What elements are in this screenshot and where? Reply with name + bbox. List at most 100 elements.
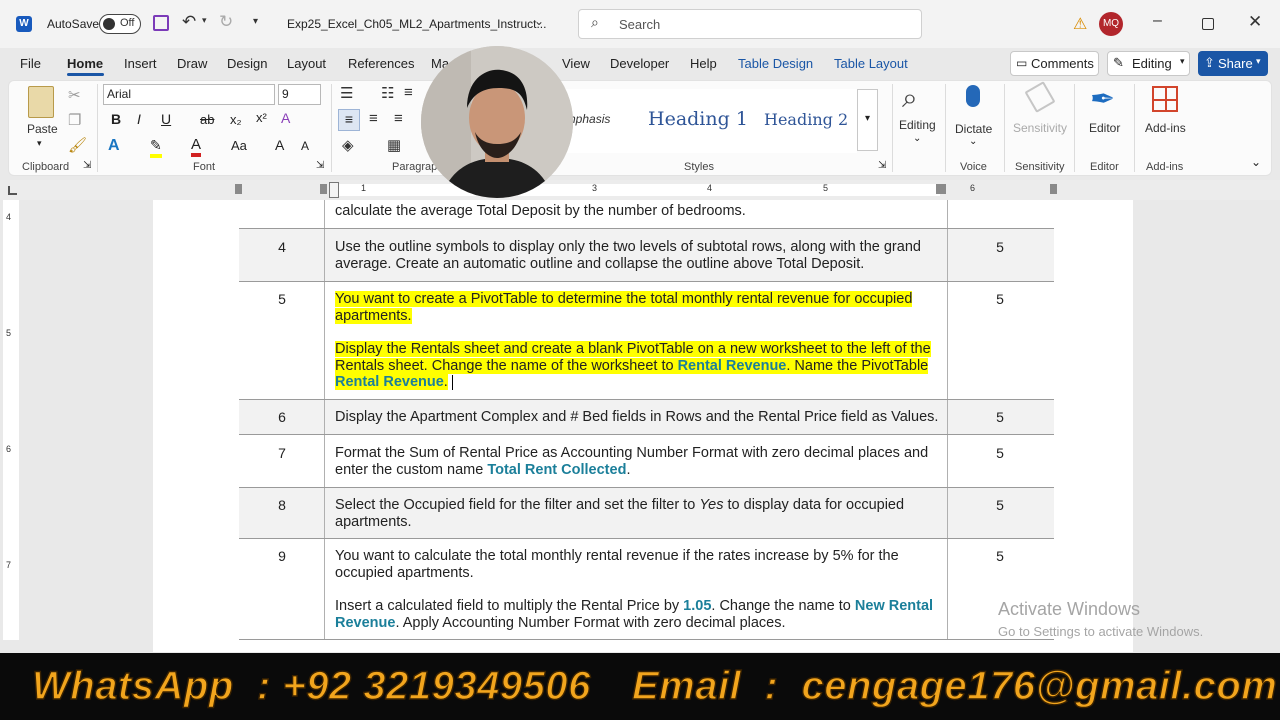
column-marker[interactable] xyxy=(936,184,946,194)
avatar[interactable]: MQ xyxy=(1099,12,1123,36)
comments-button[interactable]: ▭ Comments xyxy=(1010,51,1099,76)
font-size-dropdown[interactable]: 9 xyxy=(278,84,321,105)
editor-button[interactable]: Editor xyxy=(1089,121,1120,135)
warning-icon[interactable]: ⚠ xyxy=(1073,14,1087,34)
bullets-icon[interactable]: ☰ xyxy=(340,84,353,102)
tab-developer[interactable]: Developer xyxy=(610,56,669,71)
minimize-icon[interactable]: – xyxy=(1153,12,1162,30)
grow-font-icon[interactable]: A xyxy=(275,137,284,153)
cut-icon[interactable]: ✂ xyxy=(68,86,81,104)
tab-home[interactable]: Home xyxy=(67,56,103,71)
copy-icon[interactable]: ❐ xyxy=(68,111,81,129)
table-cell-text[interactable]: Insert a calculated field to multiply th… xyxy=(335,598,940,631)
superscript-icon[interactable]: x² xyxy=(256,110,267,125)
styles-more-button[interactable]: ▾ xyxy=(857,89,878,151)
tab-table-design[interactable]: Table Design xyxy=(738,56,813,71)
style-heading-2[interactable]: Heading 2 xyxy=(764,110,848,129)
redo-icon[interactable]: ↻ xyxy=(219,12,233,32)
font-name-dropdown[interactable]: Arial xyxy=(103,84,275,105)
text-effects-icon[interactable]: A xyxy=(108,137,120,155)
undo-icon[interactable]: ↶ xyxy=(182,12,196,32)
save-icon[interactable] xyxy=(153,15,169,31)
tab-view[interactable]: View xyxy=(562,56,590,71)
align-right-icon[interactable]: ≡ xyxy=(394,110,403,127)
bold-icon[interactable]: B xyxy=(111,111,121,127)
column-marker[interactable] xyxy=(1050,184,1057,194)
sensitivity-group-label: Sensitivity xyxy=(1015,161,1065,173)
numbering-icon[interactable]: ☷ xyxy=(381,84,394,102)
editor-icon[interactable]: ✒ xyxy=(1090,82,1115,117)
tab-layout[interactable]: Layout xyxy=(287,56,326,71)
tab-design[interactable]: Design xyxy=(227,56,267,71)
change-case-icon[interactable]: Aa xyxy=(231,138,247,153)
format-painter-icon[interactable]: 🖌 xyxy=(68,136,87,154)
paste-icon[interactable] xyxy=(28,86,54,118)
table-cell-text[interactable]: Display the Rentals sheet and create a b… xyxy=(335,341,940,391)
tab-draw[interactable]: Draw xyxy=(177,56,207,71)
indent-marker[interactable] xyxy=(329,182,339,198)
subscript-icon[interactable]: x₂ xyxy=(230,112,242,127)
undo-dropdown-icon[interactable]: ▾ xyxy=(202,15,207,26)
table-cell-text[interactable]: Format the Sum of Rental Price as Accoun… xyxy=(335,445,940,478)
borders-icon[interactable]: ▦ xyxy=(387,136,401,154)
editing-mode-button[interactable]: ✎ Editing ▾ xyxy=(1107,51,1190,76)
tab-file[interactable]: File xyxy=(20,56,41,71)
close-icon[interactable]: ✕ xyxy=(1248,12,1262,32)
title-dropdown-icon[interactable]: ⌄ xyxy=(534,14,544,28)
dialog-launcher-icon[interactable]: ⇲ xyxy=(878,160,886,171)
align-center-icon[interactable]: ≡ xyxy=(369,110,378,127)
voice-group-label: Voice xyxy=(960,161,987,173)
tab-table-layout[interactable]: Table Layout xyxy=(834,56,908,71)
find-icon[interactable]: ⌕ xyxy=(902,82,918,115)
tab-selector-icon[interactable] xyxy=(8,186,17,195)
tab-references[interactable]: References xyxy=(348,56,414,71)
shading-icon[interactable]: ◈ xyxy=(342,136,354,154)
tab-insert[interactable]: Insert xyxy=(124,56,157,71)
addins-button[interactable]: Add-ins xyxy=(1145,121,1186,135)
highlight-icon[interactable]: ✎ xyxy=(150,137,162,158)
share-button[interactable]: ⇪ Share ▾ xyxy=(1198,51,1268,76)
autosave-label: AutoSave xyxy=(47,17,100,31)
font-color-icon[interactable]: A xyxy=(191,136,202,157)
paste-button[interactable]: Paste xyxy=(27,122,58,136)
editing-button[interactable]: Editing xyxy=(899,118,936,132)
table-cell-text[interactable]: You want to create a PivotTable to deter… xyxy=(335,291,940,324)
table-cell-text[interactable]: Use the outline symbols to display only … xyxy=(335,239,940,272)
search-box[interactable]: ⌕ Search xyxy=(578,9,922,39)
collapse-ribbon-icon[interactable]: ⌄ xyxy=(1251,155,1261,169)
dictate-button[interactable]: Dictate xyxy=(955,122,992,136)
table-cell-text[interactable]: Display the Apartment Complex and # Bed … xyxy=(335,409,940,426)
sensitivity-button: Sensitivity xyxy=(1013,121,1068,135)
table-cell-text[interactable]: calculate the average Total Deposit by t… xyxy=(335,203,940,220)
pencil-icon: ✎ xyxy=(1113,55,1124,70)
tab-help[interactable]: Help xyxy=(690,56,717,71)
customize-toolbar-icon[interactable]: ▾ xyxy=(253,16,258,27)
search-input[interactable]: Search xyxy=(619,17,660,32)
restore-icon[interactable] xyxy=(1202,18,1214,30)
style-heading-1[interactable]: Heading 1 xyxy=(648,108,748,130)
table-cell-text[interactable]: You want to calculate the total monthly … xyxy=(335,548,940,581)
italic-icon[interactable]: I xyxy=(137,111,141,127)
column-marker[interactable] xyxy=(320,184,327,194)
chevron-down-icon[interactable]: ▾ xyxy=(37,138,42,149)
column-marker[interactable] xyxy=(235,184,242,194)
style-emphasis[interactable]: nphasis xyxy=(569,112,610,126)
dialog-launcher-icon[interactable]: ⇲ xyxy=(83,160,91,171)
align-left-icon[interactable]: ≡ xyxy=(338,109,360,131)
multilevel-list-icon[interactable]: ≡ xyxy=(404,84,413,101)
row-number: 8 xyxy=(278,497,286,513)
underline-icon[interactable]: U xyxy=(161,111,171,127)
document-title[interactable]: Exp25_Excel_Ch05_ML2_Apartments_Instruct… xyxy=(287,17,546,31)
clear-formatting-icon[interactable]: A xyxy=(281,110,290,126)
vertical-ruler[interactable] xyxy=(3,200,19,640)
autosave-toggle[interactable]: Off xyxy=(99,14,141,34)
activate-windows-subtitle: Go to Settings to activate Windows. xyxy=(998,624,1204,639)
microphone-icon[interactable] xyxy=(966,85,980,107)
editor-group-label: Editor xyxy=(1090,161,1119,173)
table-cell-text[interactable]: Select the Occupied field for the filter… xyxy=(335,497,940,530)
shrink-font-icon[interactable]: A xyxy=(301,139,309,153)
whatsapp-text: WhatsApp : +92 3219349506 xyxy=(31,663,591,708)
addins-icon[interactable] xyxy=(1152,86,1178,112)
strikethrough-icon[interactable]: ab xyxy=(200,112,214,127)
dialog-launcher-icon[interactable]: ⇲ xyxy=(316,160,324,171)
